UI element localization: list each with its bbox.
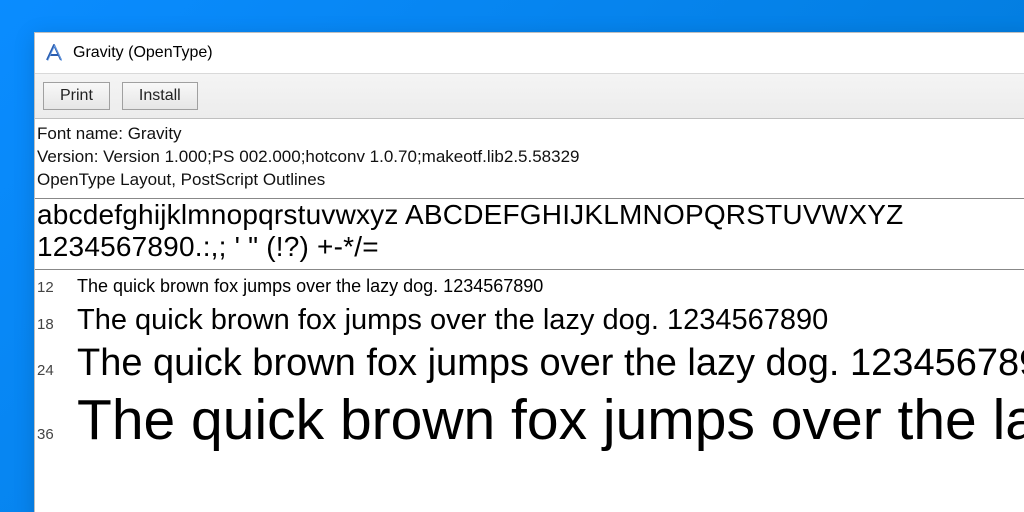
sample-text: The quick brown fox jumps over the lazy …: [77, 340, 1024, 388]
install-button[interactable]: Install: [122, 82, 198, 110]
layout-line: OpenType Layout, PostScript Outlines: [37, 169, 1024, 192]
charset-lowercase-uppercase: abcdefghijklmnopqrstuvwxyz ABCDEFGHIJKLM…: [37, 199, 1024, 231]
sample-list: 12 The quick brown fox jumps over the la…: [35, 270, 1024, 512]
toolbar: Print Install: [35, 73, 1024, 119]
sample-text: The quick brown fox jumps over the lazy …: [77, 388, 1024, 454]
sample-row: 36 The quick brown fox jumps over the la…: [37, 388, 1024, 454]
font-metadata: Font name: Gravity Version: Version 1.00…: [35, 119, 1024, 199]
size-label: 36: [37, 426, 63, 443]
size-label: 12: [37, 279, 63, 296]
version-line: Version: Version 1.000;PS 002.000;hotcon…: [37, 146, 1024, 169]
sample-text: The quick brown fox jumps over the lazy …: [77, 301, 828, 340]
sample-row: 12 The quick brown fox jumps over the la…: [37, 272, 1024, 301]
font-file-icon: [43, 42, 65, 64]
titlebar[interactable]: Gravity (OpenType): [35, 33, 1024, 73]
charset-digits-symbols: 1234567890.:,; ' " (!?) +-*/=: [37, 231, 1024, 263]
size-label: 24: [37, 362, 63, 379]
font-preview-window: Gravity (OpenType) Print Install Font na…: [34, 32, 1024, 512]
window-title: Gravity (OpenType): [73, 44, 213, 62]
font-name-line: Font name: Gravity: [37, 123, 1024, 146]
character-set: abcdefghijklmnopqrstuvwxyz ABCDEFGHIJKLM…: [35, 199, 1024, 270]
sample-row: 24 The quick brown fox jumps over the la…: [37, 340, 1024, 388]
size-label: 18: [37, 316, 63, 333]
sample-text: The quick brown fox jumps over the lazy …: [77, 272, 543, 301]
sample-row: 18 The quick brown fox jumps over the la…: [37, 301, 1024, 340]
print-button[interactable]: Print: [43, 82, 110, 110]
